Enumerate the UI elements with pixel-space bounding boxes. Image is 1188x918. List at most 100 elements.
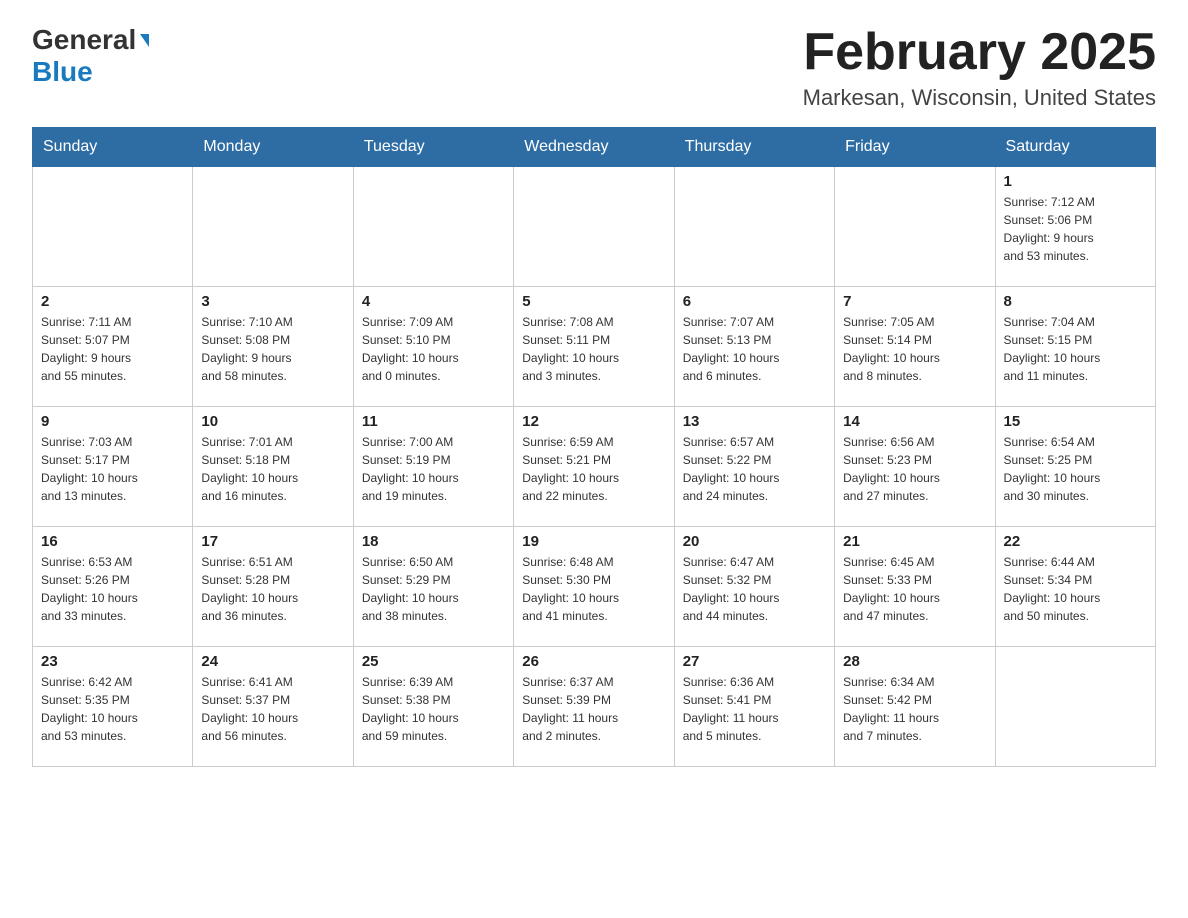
- day-number: 19: [522, 533, 665, 550]
- weekday-header-row: SundayMondayTuesdayWednesdayThursdayFrid…: [33, 128, 1156, 167]
- day-info: and 8 minutes.: [843, 367, 986, 385]
- calendar-cell: [33, 167, 193, 287]
- calendar-title: February 2025: [803, 24, 1156, 81]
- day-info: Sunrise: 7:04 AM: [1004, 313, 1147, 331]
- day-info: Sunset: 5:22 PM: [683, 451, 826, 469]
- day-info: Daylight: 10 hours: [1004, 349, 1147, 367]
- day-number: 15: [1004, 413, 1147, 430]
- weekday-header-saturday: Saturday: [995, 128, 1155, 167]
- calendar-cell: 21Sunrise: 6:45 AMSunset: 5:33 PMDayligh…: [835, 527, 995, 647]
- day-info: Sunrise: 7:10 AM: [201, 313, 344, 331]
- day-number: 5: [522, 293, 665, 310]
- day-info: and 41 minutes.: [522, 607, 665, 625]
- calendar-cell: 19Sunrise: 6:48 AMSunset: 5:30 PMDayligh…: [514, 527, 674, 647]
- day-info: Sunset: 5:33 PM: [843, 571, 986, 589]
- day-info: and 2 minutes.: [522, 727, 665, 745]
- day-number: 6: [683, 293, 826, 310]
- day-info: Sunset: 5:11 PM: [522, 331, 665, 349]
- day-info: Sunset: 5:15 PM: [1004, 331, 1147, 349]
- day-number: 10: [201, 413, 344, 430]
- weekday-header-wednesday: Wednesday: [514, 128, 674, 167]
- weekday-header-tuesday: Tuesday: [353, 128, 513, 167]
- calendar-subtitle: Markesan, Wisconsin, United States: [803, 85, 1156, 111]
- day-info: and 44 minutes.: [683, 607, 826, 625]
- day-info: Sunset: 5:42 PM: [843, 691, 986, 709]
- day-info: Daylight: 9 hours: [1004, 229, 1147, 247]
- day-info: and 59 minutes.: [362, 727, 505, 745]
- day-info: Sunset: 5:30 PM: [522, 571, 665, 589]
- day-info: Sunset: 5:21 PM: [522, 451, 665, 469]
- day-number: 26: [522, 653, 665, 670]
- logo-blue: Blue: [32, 56, 93, 87]
- day-number: 13: [683, 413, 826, 430]
- day-info: Daylight: 9 hours: [201, 349, 344, 367]
- calendar-week-row: 23Sunrise: 6:42 AMSunset: 5:35 PMDayligh…: [33, 647, 1156, 767]
- day-info: Daylight: 10 hours: [683, 349, 826, 367]
- day-info: and 3 minutes.: [522, 367, 665, 385]
- day-info: Sunrise: 7:11 AM: [41, 313, 184, 331]
- day-number: 14: [843, 413, 986, 430]
- day-info: and 30 minutes.: [1004, 487, 1147, 505]
- day-info: and 55 minutes.: [41, 367, 184, 385]
- calendar-cell: 13Sunrise: 6:57 AMSunset: 5:22 PMDayligh…: [674, 407, 834, 527]
- calendar-cell: 5Sunrise: 7:08 AMSunset: 5:11 PMDaylight…: [514, 287, 674, 407]
- logo: General Blue: [32, 24, 149, 88]
- day-info: Sunrise: 7:12 AM: [1004, 193, 1147, 211]
- day-info: and 24 minutes.: [683, 487, 826, 505]
- day-info: Sunset: 5:41 PM: [683, 691, 826, 709]
- day-info: Sunrise: 6:34 AM: [843, 673, 986, 691]
- page-header: General Blue February 2025 Markesan, Wis…: [32, 24, 1156, 111]
- day-number: 8: [1004, 293, 1147, 310]
- day-info: Sunset: 5:19 PM: [362, 451, 505, 469]
- day-number: 3: [201, 293, 344, 310]
- calendar-cell: 15Sunrise: 6:54 AMSunset: 5:25 PMDayligh…: [995, 407, 1155, 527]
- title-block: February 2025 Markesan, Wisconsin, Unite…: [803, 24, 1156, 111]
- day-info: Daylight: 10 hours: [362, 589, 505, 607]
- calendar-cell: 8 Sunrise: 7:04 AMSunset: 5:15 PMDaylight…: [995, 287, 1155, 407]
- weekday-header-monday: Monday: [193, 128, 353, 167]
- calendar-cell: [193, 167, 353, 287]
- day-info: Sunset: 5:39 PM: [522, 691, 665, 709]
- day-info: Sunrise: 7:05 AM: [843, 313, 986, 331]
- day-number: 11: [362, 413, 505, 430]
- day-info: and 5 minutes.: [683, 727, 826, 745]
- calendar-cell: [995, 647, 1155, 767]
- day-info: Sunset: 5:32 PM: [683, 571, 826, 589]
- day-info: Sunrise: 6:39 AM: [362, 673, 505, 691]
- calendar-cell: 18Sunrise: 6:50 AMSunset: 5:29 PMDayligh…: [353, 527, 513, 647]
- day-info: Daylight: 10 hours: [201, 709, 344, 727]
- day-info: Sunset: 5:29 PM: [362, 571, 505, 589]
- day-info: Daylight: 10 hours: [362, 709, 505, 727]
- day-info: and 11 minutes.: [1004, 367, 1147, 385]
- day-info: Daylight: 10 hours: [41, 589, 184, 607]
- day-info: and 50 minutes.: [1004, 607, 1147, 625]
- day-number: 7: [843, 293, 986, 310]
- day-number: 16: [41, 533, 184, 550]
- calendar-cell: 22Sunrise: 6:44 AMSunset: 5:34 PMDayligh…: [995, 527, 1155, 647]
- day-number: 28: [843, 653, 986, 670]
- calendar-cell: 25Sunrise: 6:39 AMSunset: 5:38 PMDayligh…: [353, 647, 513, 767]
- day-info: and 53 minutes.: [1004, 247, 1147, 265]
- day-info: Sunrise: 6:56 AM: [843, 433, 986, 451]
- day-info: Sunrise: 6:47 AM: [683, 553, 826, 571]
- day-number: 20: [683, 533, 826, 550]
- day-number: 22: [1004, 533, 1147, 550]
- day-info: and 56 minutes.: [201, 727, 344, 745]
- day-info: Sunset: 5:23 PM: [843, 451, 986, 469]
- day-info: Sunrise: 6:57 AM: [683, 433, 826, 451]
- day-info: Sunrise: 7:09 AM: [362, 313, 505, 331]
- day-info: Sunrise: 7:00 AM: [362, 433, 505, 451]
- day-number: 2: [41, 293, 184, 310]
- day-info: Daylight: 11 hours: [522, 709, 665, 727]
- calendar-table: SundayMondayTuesdayWednesdayThursdayFrid…: [32, 127, 1156, 767]
- day-info: and 7 minutes.: [843, 727, 986, 745]
- day-info: Sunrise: 6:37 AM: [522, 673, 665, 691]
- day-info: Sunrise: 6:36 AM: [683, 673, 826, 691]
- day-number: 17: [201, 533, 344, 550]
- day-info: Daylight: 10 hours: [522, 469, 665, 487]
- calendar-cell: 6Sunrise: 7:07 AMSunset: 5:13 PMDaylight…: [674, 287, 834, 407]
- day-info: Sunrise: 6:45 AM: [843, 553, 986, 571]
- logo-arrow-icon: [140, 34, 149, 47]
- calendar-cell: 28Sunrise: 6:34 AMSunset: 5:42 PMDayligh…: [835, 647, 995, 767]
- day-info: and 13 minutes.: [41, 487, 184, 505]
